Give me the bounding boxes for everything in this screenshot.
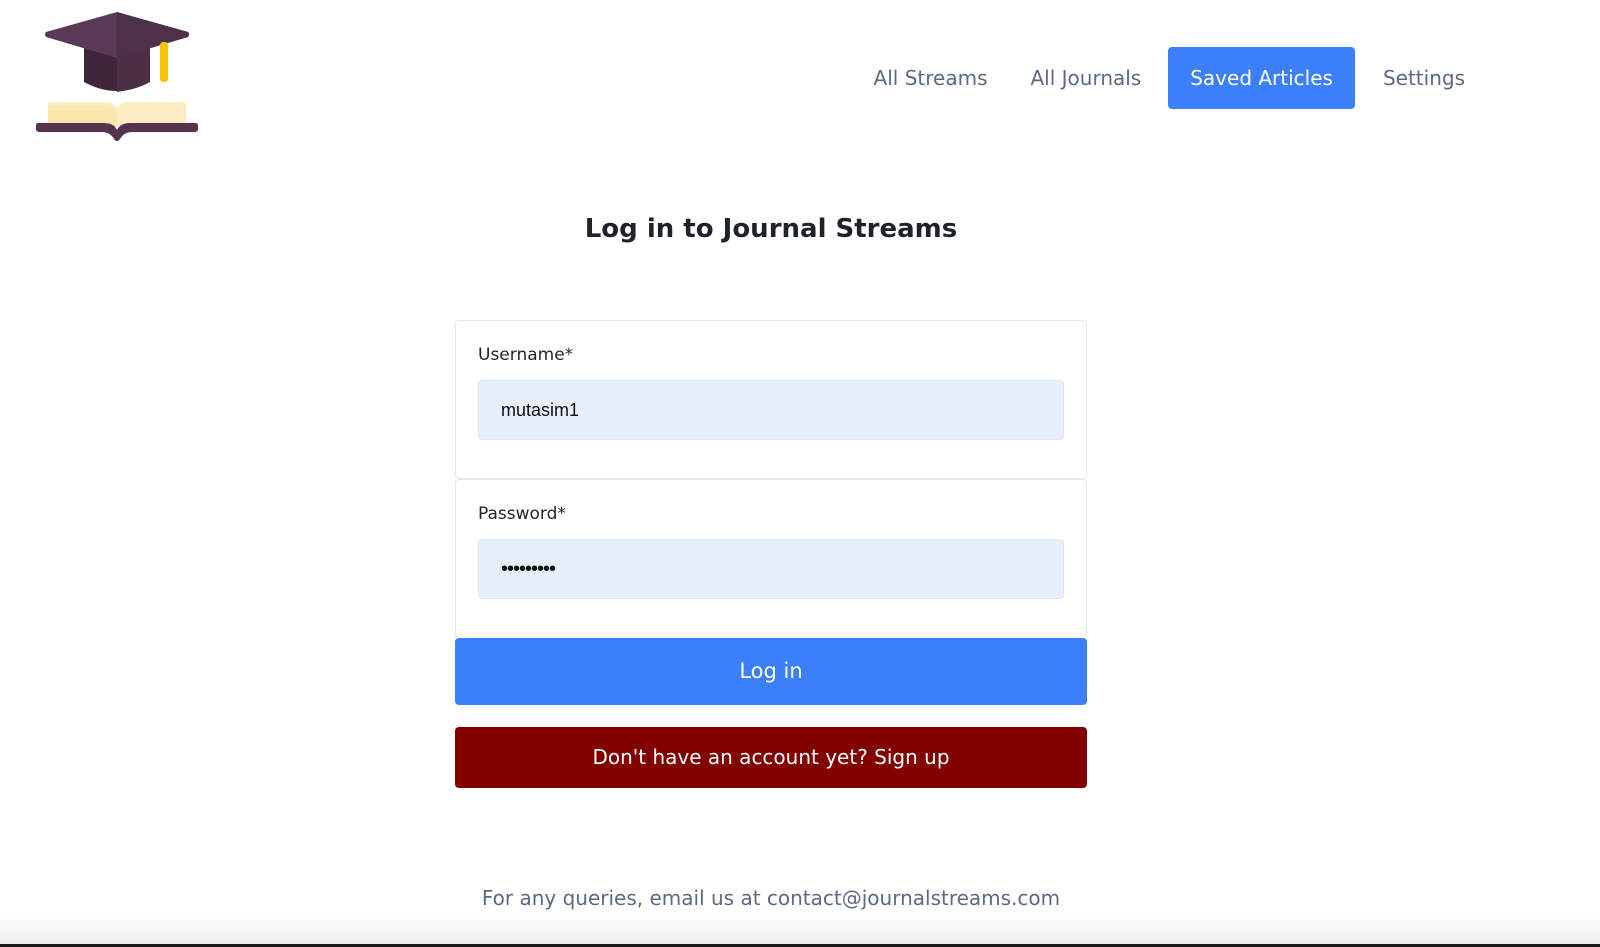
username-field-group: Username* (455, 320, 1087, 479)
password-field-group: Password* (455, 479, 1087, 638)
nav-all-journals[interactable]: All Journals (1009, 47, 1162, 109)
page-title: Log in to Journal Streams (584, 214, 958, 244)
window-bottom-shadow (0, 913, 1600, 947)
footer-contact-text: For any queries, email us at contact@jou… (481, 886, 1061, 910)
password-label: Password* (478, 504, 566, 524)
top-nav: All Streams All Journals Saved Articles … (852, 47, 1486, 109)
login-button[interactable]: Log in (455, 638, 1087, 705)
nav-settings[interactable]: Settings (1362, 47, 1486, 109)
nav-saved-articles[interactable]: Saved Articles (1168, 47, 1355, 109)
password-input[interactable] (478, 539, 1064, 599)
username-label: Username* (478, 345, 574, 365)
nav-all-streams[interactable]: All Streams (853, 47, 1009, 109)
signup-button[interactable]: Don't have an account yet? Sign up (455, 727, 1087, 788)
username-input[interactable] (478, 380, 1064, 440)
graduation-cap-book-icon[interactable] (34, 8, 200, 148)
